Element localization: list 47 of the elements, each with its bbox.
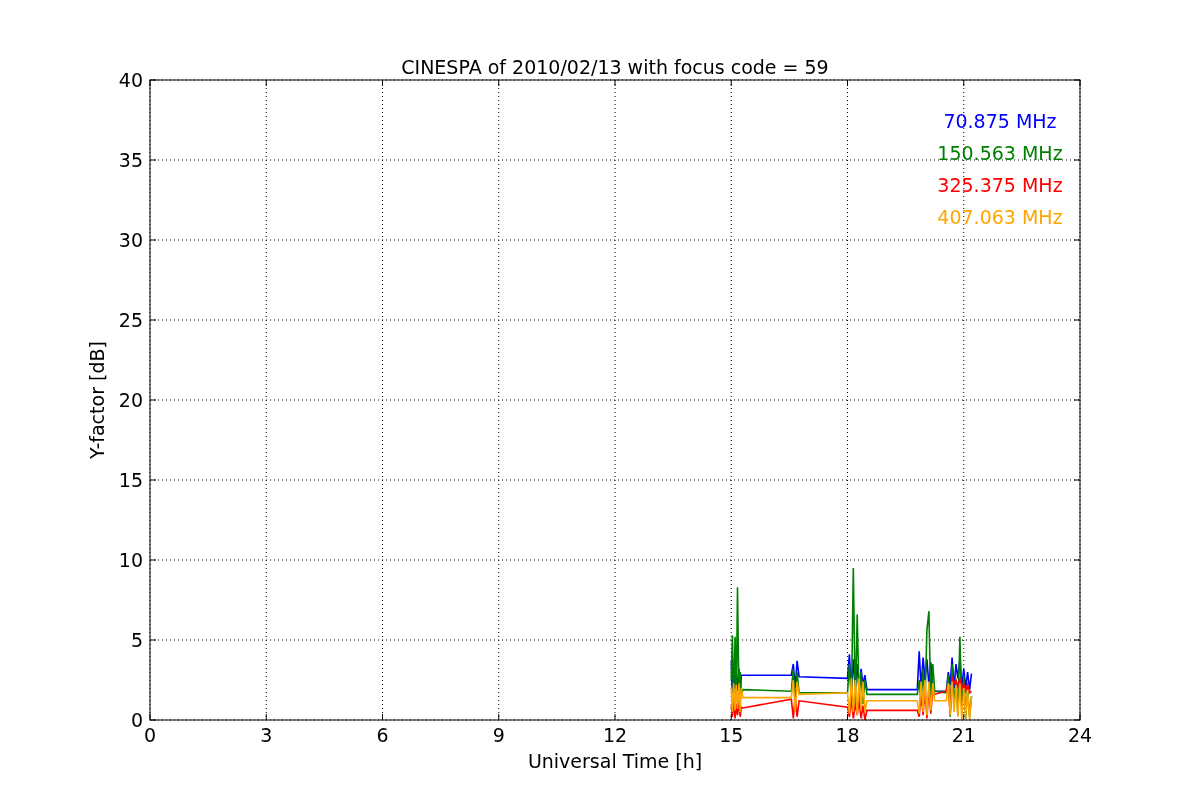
tick-label: 25 xyxy=(118,309,143,331)
tick-label: 40 xyxy=(118,69,143,91)
tick-label: 18 xyxy=(835,724,860,746)
tick-mark xyxy=(498,79,500,87)
legend-label: 150.563 MHz xyxy=(937,142,1063,164)
tick-label: 0 xyxy=(143,724,157,746)
tick-label: 20 xyxy=(118,389,143,411)
tick-mark xyxy=(1073,559,1081,561)
tick-label: 0 xyxy=(130,709,143,731)
x-axis-label: Universal Time [h] xyxy=(527,750,703,772)
tick-mark xyxy=(847,79,848,87)
tick-mark xyxy=(730,713,732,721)
tick-mark xyxy=(1073,399,1081,401)
tick-label: 3 xyxy=(260,724,273,746)
tick-label: 30 xyxy=(118,229,143,251)
tick-mark xyxy=(963,79,965,87)
tick-mark xyxy=(149,239,157,241)
tick-label: 5 xyxy=(130,629,143,651)
tick-label: 12 xyxy=(602,724,628,746)
tick-label: 24 xyxy=(1067,724,1093,746)
tick-mark xyxy=(1073,159,1081,161)
tick-mark xyxy=(1073,319,1081,321)
tick-mark xyxy=(149,159,157,161)
tick-mark xyxy=(265,79,267,87)
tick-mark xyxy=(1073,239,1081,241)
tick-mark xyxy=(149,559,157,561)
tick-mark xyxy=(149,319,157,321)
tick-label: 9 xyxy=(492,724,505,746)
tick-mark xyxy=(149,639,157,641)
tick-label: 21 xyxy=(951,724,976,746)
y-axis-label: Y-factor [dB] xyxy=(86,341,108,459)
tick-label: 10 xyxy=(118,549,143,571)
tick-mark xyxy=(1073,639,1081,641)
tick-mark xyxy=(382,79,383,87)
tick-label: 15 xyxy=(118,469,143,491)
tick-mark xyxy=(149,399,157,401)
tick-mark xyxy=(149,479,157,481)
tick-label: 35 xyxy=(118,149,143,171)
tick-label: 6 xyxy=(376,724,389,746)
legend-label: 407.063 MHz xyxy=(937,206,1063,228)
chart-title: CINESPA of 2010/02/13 with focus code = 59 xyxy=(401,56,829,78)
tick-mark xyxy=(614,79,616,87)
tick-label: 15 xyxy=(719,724,744,746)
legend-label: 70.875 MHz xyxy=(943,110,1057,132)
tick-mark xyxy=(730,79,732,87)
legend-label: 325.375 MHz xyxy=(937,174,1063,196)
tick-mark xyxy=(1073,479,1081,481)
